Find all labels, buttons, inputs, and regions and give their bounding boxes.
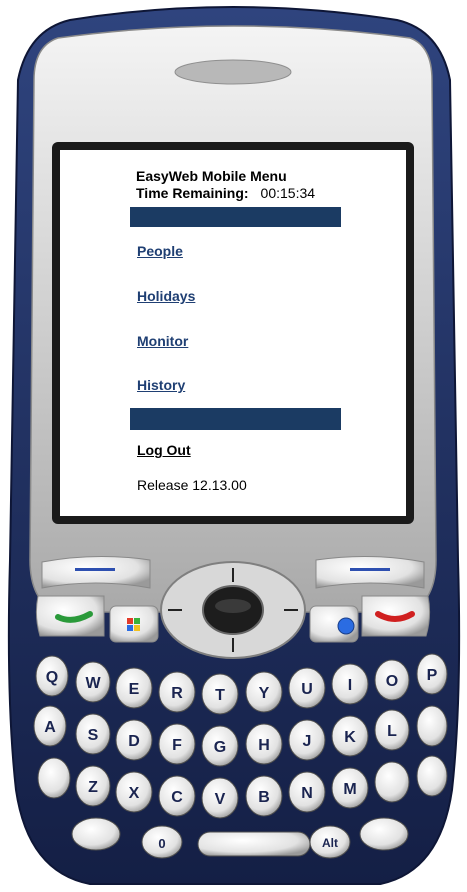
key-alt[interactable]: Alt (322, 836, 338, 850)
key-y[interactable]: Y (259, 685, 270, 702)
key-o[interactable]: O (386, 673, 398, 690)
key-e[interactable]: E (129, 681, 140, 698)
menu-link-history[interactable]: History (137, 377, 185, 393)
key-x[interactable]: X (129, 785, 140, 802)
key-a[interactable]: A (44, 719, 56, 736)
time-remaining-label: Time Remaining: (136, 185, 249, 201)
screen: EasyWeb Mobile Menu Time Remaining: 00:15… (60, 150, 406, 516)
key-q[interactable]: Q (46, 669, 58, 686)
key-i[interactable]: I (348, 677, 352, 694)
footer-divider-bar (130, 408, 341, 430)
key-c[interactable]: C (171, 789, 183, 806)
logout-link[interactable]: Log Out (137, 442, 191, 458)
key-d[interactable]: D (128, 733, 140, 750)
key-t[interactable]: T (215, 687, 225, 704)
time-remaining-value: 00:15:34 (260, 185, 316, 201)
header-divider-bar (130, 207, 341, 227)
page-title: EasyWeb Mobile Menu (136, 168, 287, 184)
key-g[interactable]: G (214, 739, 226, 756)
time-remaining: Time Remaining: 00:15:34 (136, 185, 315, 201)
key-v[interactable]: V (215, 791, 226, 808)
key-m[interactable]: M (343, 781, 356, 798)
key-k[interactable]: K (344, 729, 356, 746)
menu-link-people[interactable]: People (137, 243, 183, 259)
key-z[interactable]: Z (88, 779, 98, 796)
key-b[interactable]: B (258, 789, 270, 806)
key-p[interactable]: P (427, 667, 438, 684)
key-zero[interactable]: 0 (158, 836, 165, 851)
key-l[interactable]: L (387, 723, 397, 740)
key-n[interactable]: N (301, 785, 313, 802)
key-u[interactable]: U (301, 681, 313, 698)
key-w[interactable]: W (85, 675, 101, 692)
release-version: Release 12.13.00 (137, 477, 247, 493)
key-h[interactable]: H (258, 737, 270, 754)
key-f[interactable]: F (172, 737, 182, 754)
key-s[interactable]: S (88, 727, 99, 744)
menu-link-monitor[interactable]: Monitor (137, 333, 188, 349)
key-r[interactable]: R (171, 685, 183, 702)
key-j[interactable]: J (303, 733, 312, 750)
menu-link-holidays[interactable]: Holidays (137, 288, 195, 304)
